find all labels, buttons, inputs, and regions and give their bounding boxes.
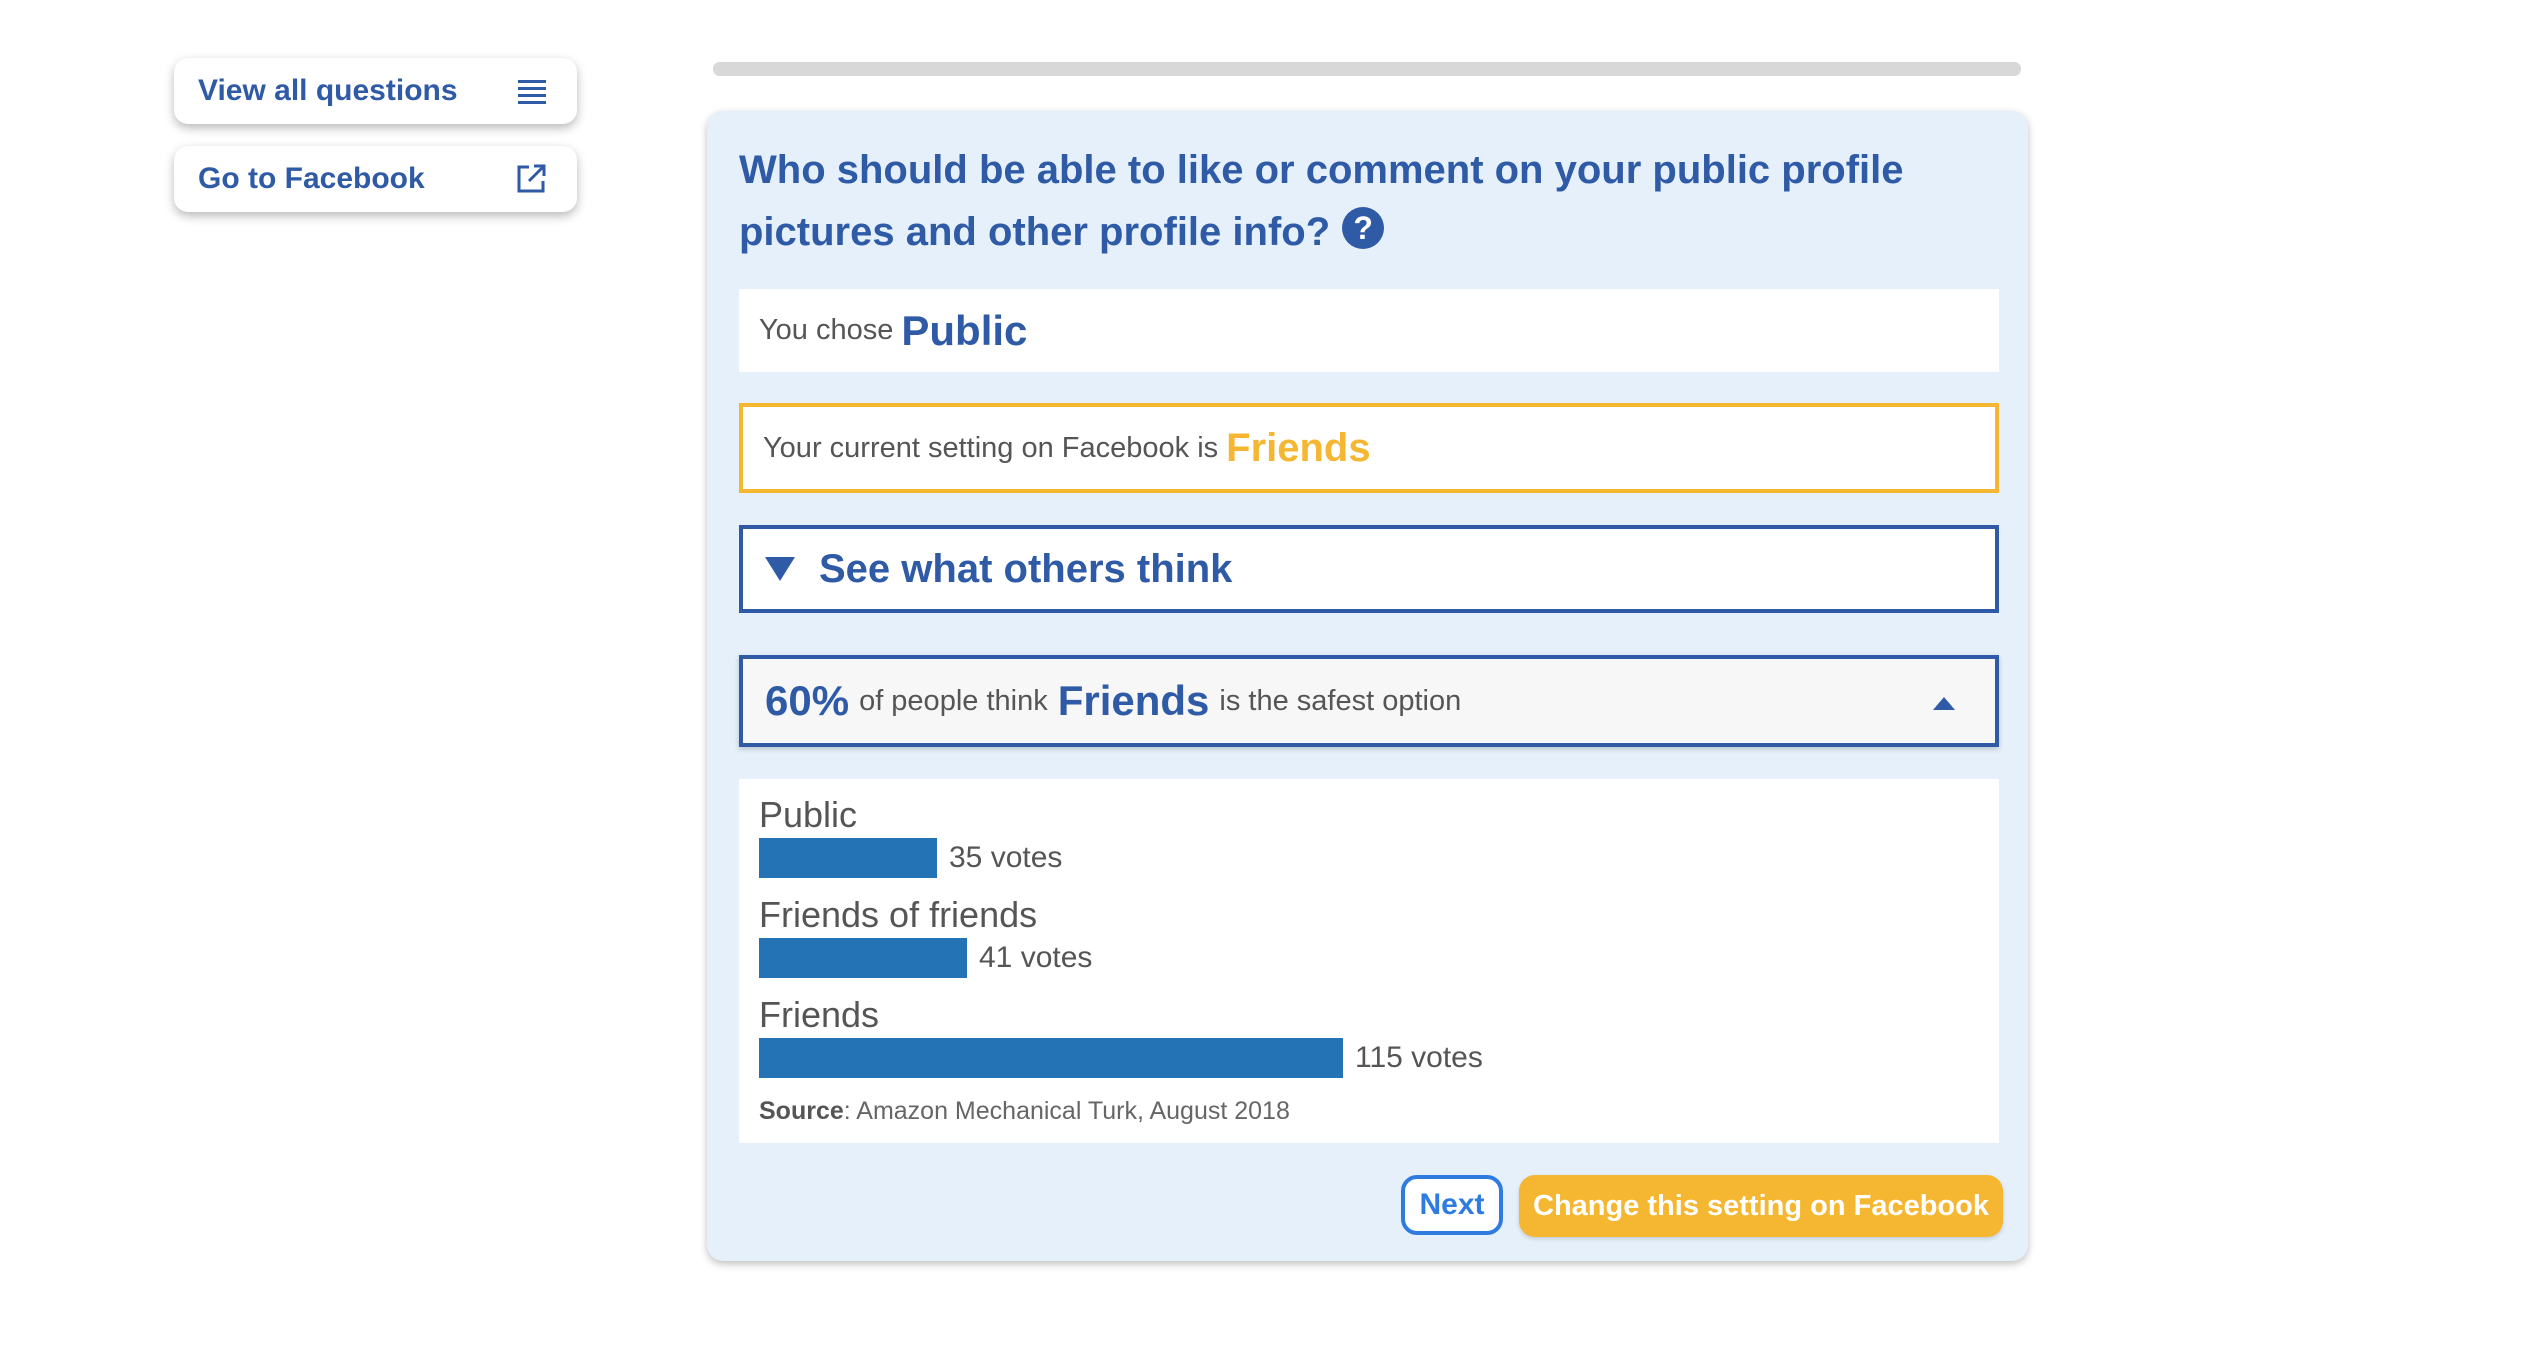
chart-value-label: 115 votes: [1355, 1041, 1483, 1074]
chart-value-label: 35 votes: [949, 841, 1063, 874]
chart-row-friends-of-friends: Friends of friends 41 votes: [759, 893, 1979, 993]
see-what-others-think-label: See what others think: [819, 546, 1233, 591]
external-link-icon: [515, 163, 547, 195]
chart-value-label: 41 votes: [979, 941, 1093, 974]
view-all-questions-label: View all questions: [198, 74, 458, 107]
go-to-facebook-label: Go to Facebook: [198, 162, 425, 195]
summary-percent: 60%: [765, 677, 850, 724]
current-setting-prefix: Your current setting on Facebook is: [763, 431, 1219, 464]
go-to-facebook-button[interactable]: Go to Facebook: [174, 146, 577, 212]
current-setting-value: Friends: [1226, 425, 1371, 470]
chart-bar: [759, 838, 937, 878]
chart-source: Source: Amazon Mechanical Turk, August 2…: [759, 1097, 1979, 1126]
progress-bar-fill: [713, 62, 2021, 76]
question-card: Who should be able to like or comment on…: [707, 111, 2028, 1261]
question-text: Who should be able to like or comment on…: [739, 148, 1904, 254]
caret-up-icon: [1933, 697, 1955, 710]
source-label: Source: [759, 1097, 844, 1125]
chosen-answer-box: You chose Public: [739, 289, 1999, 372]
source-text: : Amazon Mechanical Turk, August 2018: [843, 1097, 1290, 1125]
chosen-prefix: You chose: [759, 314, 894, 346]
see-what-others-think-toggle[interactable]: See what others think: [739, 525, 1999, 613]
change-setting-on-facebook-button[interactable]: Change this setting on Facebook: [1519, 1175, 2003, 1237]
chart-category-label: Public: [759, 794, 858, 835]
chart-category-label: Friends: [759, 994, 880, 1035]
chart-row-public: Public 35 votes: [759, 793, 1979, 893]
question-mark-icon[interactable]: ?: [1342, 207, 1385, 249]
chart-bar: [759, 938, 967, 978]
chosen-value: Public: [901, 306, 1028, 354]
summary-text-before: of people think: [859, 684, 1048, 717]
chart-row-friends: Friends 115 votes: [759, 993, 1979, 1093]
current-setting-box: Your current setting on Facebook is Frie…: [739, 403, 1999, 493]
votes-chart: Public 35 votes Friends of friends 41 vo…: [739, 779, 1999, 1143]
summary-option: Friends: [1057, 677, 1210, 724]
view-all-questions-button[interactable]: View all questions: [174, 58, 577, 124]
question-heading: Who should be able to like or comment on…: [739, 139, 2009, 263]
summary-text-after: is the safest option: [1219, 684, 1462, 717]
progress-bar: [713, 62, 2021, 76]
chart-category-label: Friends of friends: [759, 894, 1038, 935]
next-button[interactable]: Next: [1401, 1175, 1503, 1235]
list-icon: [517, 78, 547, 104]
survey-summary-toggle[interactable]: 60% of people think Friends is the safes…: [739, 655, 1999, 747]
chart-bar: [759, 1038, 1343, 1078]
caret-down-icon: [765, 557, 795, 581]
